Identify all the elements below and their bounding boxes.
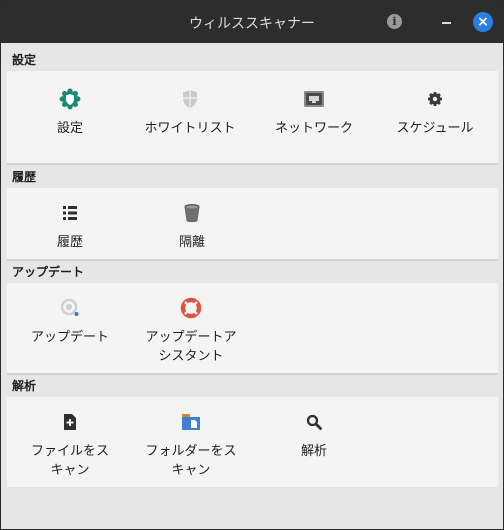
folder-icon: [179, 410, 203, 434]
update-icon: [58, 296, 82, 320]
update-assistant-button[interactable]: アップデートア シスタント: [131, 296, 251, 366]
settings-button[interactable]: 設定: [10, 87, 130, 138]
scan-folder-label: フォルダーをス キャン: [145, 444, 237, 478]
close-button[interactable]: ×: [473, 12, 493, 32]
list-icon: [58, 201, 82, 225]
scan-folder-button[interactable]: フォルダーをス キャン: [131, 410, 251, 480]
section-header-analysis: 解析: [1, 375, 503, 397]
minimize-button[interactable]: [438, 11, 456, 31]
info-icon[interactable]: i: [387, 14, 402, 29]
schedule-label: スケジュール: [396, 121, 474, 136]
shield-whitelist-icon: [178, 87, 202, 111]
section-header-history: 履歴: [1, 166, 503, 188]
search-icon: [302, 410, 326, 434]
gear-icon: [423, 87, 447, 111]
section-header-update: アップデート: [1, 261, 503, 283]
analyze-label: 解析: [300, 444, 327, 459]
network-port-icon: [302, 87, 326, 111]
file-add-icon: [58, 410, 82, 434]
update-assistant-label: アップデートア シスタント: [145, 330, 237, 364]
analyze-button[interactable]: 解析: [254, 410, 374, 461]
lifebuoy-icon: [179, 296, 203, 320]
scan-file-button[interactable]: ファイルをス キャン: [10, 410, 130, 480]
settings-label: 設定: [56, 121, 83, 136]
shield-settings-icon: [58, 87, 82, 111]
whitelist-button[interactable]: ホワイトリスト: [130, 87, 250, 138]
window-title: ウィルススキャナー: [189, 16, 315, 32]
schedule-button[interactable]: スケジュール: [375, 87, 495, 138]
history-panel: 履歴 隔離: [7, 188, 498, 259]
network-button[interactable]: ネットワーク: [254, 87, 374, 138]
trash-bin-icon: [180, 201, 204, 225]
update-label: アップデート: [30, 330, 109, 345]
whitelist-label: ホワイトリスト: [144, 121, 236, 136]
update-button[interactable]: アップデート: [10, 296, 130, 347]
title-bar[interactable]: ウィルススキャナー i ×: [1, 1, 503, 43]
quarantine-button[interactable]: 隔離: [132, 201, 252, 252]
section-header-settings: 設定: [1, 49, 503, 71]
update-panel: アップデート アップデートア シスタント: [7, 283, 498, 373]
minimize-icon: [442, 22, 451, 24]
scan-file-label: ファイルをス キャン: [30, 444, 109, 478]
analysis-panel: ファイルをス キャン フォルダーをス キャン 解析: [7, 397, 498, 487]
history-button[interactable]: 履歴: [10, 201, 130, 252]
history-label: 履歴: [56, 235, 83, 250]
section-divider: [7, 163, 498, 165]
app-window: ウィルススキャナー i × 設定 設定 ホワイトリスト ネットワーク スケジュー…: [0, 0, 504, 530]
network-label: ネットワーク: [274, 121, 353, 136]
quarantine-label: 隔離: [178, 235, 205, 250]
settings-panel: 設定 ホワイトリスト ネットワーク スケジュール: [7, 71, 498, 163]
